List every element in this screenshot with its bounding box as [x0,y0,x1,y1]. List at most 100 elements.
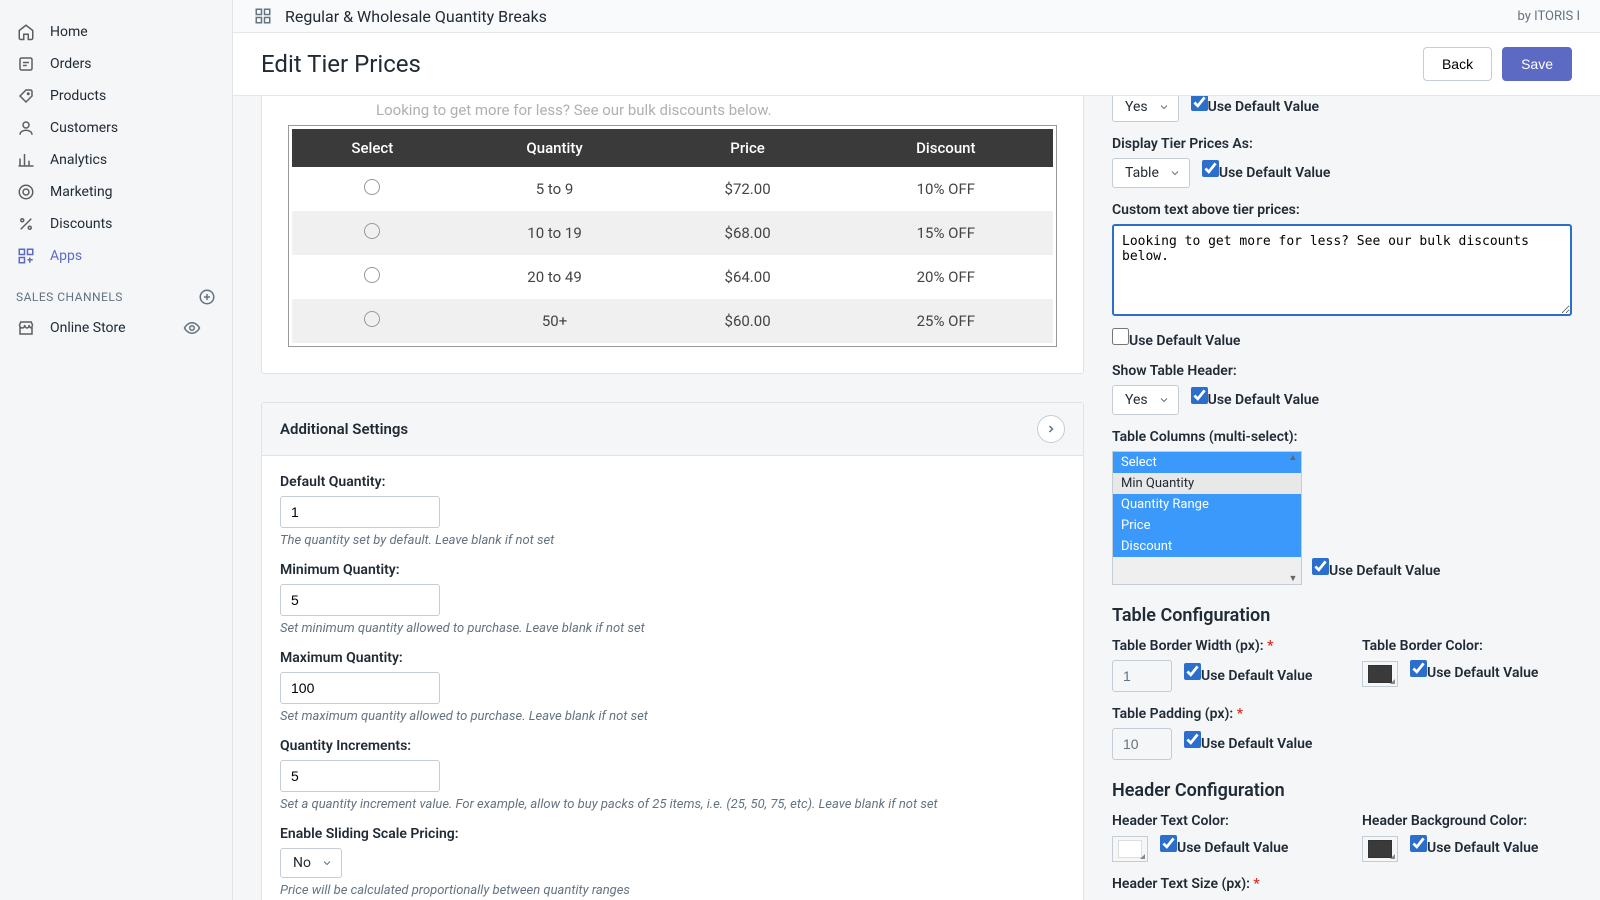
use-default-check[interactable] [1202,160,1219,177]
header-text-color-picker[interactable] [1112,836,1148,862]
min-qty-input[interactable] [280,584,440,616]
multiselect-option[interactable]: Price [1113,515,1301,536]
nav-discounts[interactable]: Discounts [0,208,232,240]
display-as-select[interactable]: Table [1112,158,1190,188]
add-channel-icon[interactable] [198,288,216,306]
use-default-check[interactable] [1312,558,1329,575]
custom-text-textarea[interactable]: Looking to get more for less? See our bu… [1112,224,1572,316]
border-width-label: Table Border Width (px): * [1112,638,1322,654]
use-default-check[interactable] [1410,835,1427,852]
use-default-check[interactable] [1184,663,1201,680]
tier-preview-card: Looking to get more for less? See our bu… [261,96,1084,374]
default-qty-label: Default Quantity: [280,474,1065,490]
use-default-label: Use Default Value [1208,99,1319,115]
page-title: Edit Tier Prices [261,50,421,78]
app-grid-icon [253,6,273,26]
multiselect-option[interactable]: Discount [1113,536,1301,557]
page-header: Edit Tier Prices Back Save [233,33,1600,96]
header-text-color-label: Header Text Color: [1112,813,1322,829]
save-button[interactable]: Save [1502,47,1572,81]
header-bg-color-label: Header Background Color: [1362,813,1572,829]
nav-orders[interactable]: Orders [0,48,232,80]
table-row: 10 to 19$68.0015% OFF [292,211,1053,255]
border-width-input[interactable] [1112,660,1172,692]
header-bg-color-picker[interactable] [1362,836,1398,862]
use-default-check[interactable] [1160,835,1177,852]
multiselect-option[interactable]: Min Quantity [1113,473,1301,494]
use-default-label: Use Default Value [1201,668,1312,684]
max-qty-label: Maximum Quantity: [280,650,1065,666]
radio-icon[interactable] [364,223,380,239]
nav-label: Discounts [50,216,112,232]
nav-label: Analytics [50,152,107,168]
cell-qty: 10 to 19 [453,211,657,255]
sidebar: Home Orders Products Customers Analytics… [0,0,232,900]
nav-apps[interactable]: Apps [0,240,232,272]
min-qty-hint: Set minimum quantity allowed to purchase… [280,621,1065,636]
multiselect-option[interactable]: Quantity Range [1113,494,1301,515]
use-default-label: Use Default Value [1329,563,1440,579]
radio-icon[interactable] [364,267,380,283]
use-default-label: Use Default Value [1208,392,1319,408]
scroll-up-icon[interactable]: ▲ [1289,452,1298,463]
cell-qty: 20 to 49 [453,255,657,299]
additional-settings-card: Additional Settings Default Quantity: Th… [261,402,1084,900]
use-default-check[interactable] [1410,660,1427,677]
nav-customers[interactable]: Customers [0,112,232,144]
max-qty-input[interactable] [280,672,440,704]
cell-price: $64.00 [657,255,839,299]
use-default-check[interactable] [1191,387,1208,404]
preview-above-text: Looking to get more for less? See our bu… [288,96,1057,125]
cell-qty: 5 to 9 [453,167,657,211]
padding-input[interactable] [1112,728,1172,760]
back-button[interactable]: Back [1423,47,1492,81]
radio-icon[interactable] [364,179,380,195]
table-cols-multiselect[interactable]: SelectMin QuantityQuantity RangePriceDis… [1112,451,1302,585]
th-price: Price [657,129,839,167]
nav-marketing[interactable]: Marketing [0,176,232,208]
show-header-select[interactable]: Yes [1112,385,1179,415]
border-color-picker[interactable] [1362,661,1398,687]
chevron-down-icon [321,857,333,869]
store-icon [16,318,36,338]
chevron-down-icon [1169,167,1181,179]
qty-inc-hint: Set a quantity increment value. For exam… [280,797,1065,812]
nav-online-store[interactable]: Online Store [0,312,232,344]
nav-products[interactable]: Products [0,80,232,112]
use-default-check[interactable] [1184,731,1201,748]
use-default-check[interactable] [1191,96,1208,111]
nav-home[interactable]: Home [0,16,232,48]
sliding-select[interactable]: No [280,848,342,878]
cell-price: $72.00 [657,167,839,211]
tier-price-table: Select Quantity Price Discount 5 to 9$72… [292,129,1053,343]
nav-analytics[interactable]: Analytics [0,144,232,176]
th-select: Select [292,129,453,167]
table-cols-label: Table Columns (multi-select): [1112,429,1572,445]
app-author: by ITORIS I [1517,9,1580,24]
min-qty-label: Minimum Quantity: [280,562,1065,578]
use-default-label: Use Default Value [1129,333,1240,349]
app-title: Regular & Wholesale Quantity Breaks [285,7,547,26]
custom-text-label: Custom text above tier prices: [1112,202,1572,218]
header-config-title: Header Configuration [1112,780,1572,801]
cell-qty: 50+ [453,299,657,343]
eye-icon[interactable] [182,318,202,338]
default-qty-input[interactable] [280,496,440,528]
chevron-down-icon [1158,101,1170,113]
multiselect-option[interactable]: Select [1113,452,1301,473]
border-color-label: Table Border Color: [1362,638,1572,654]
nav-label: Marketing [50,184,113,200]
top-yes-select[interactable]: Yes [1112,96,1179,122]
padding-label: Table Padding (px): * [1112,706,1572,722]
cell-price: $68.00 [657,211,839,255]
radio-icon[interactable] [364,311,380,327]
use-default-check[interactable] [1112,328,1129,345]
use-default-label: Use Default Value [1219,165,1330,181]
discount-icon [16,214,36,234]
nav-label: Customers [50,120,118,136]
nav-label: Orders [50,56,92,72]
qty-inc-input[interactable] [280,760,440,792]
scroll-down-icon[interactable]: ▼ [1289,573,1298,584]
expand-button[interactable] [1037,415,1065,443]
show-header-label: Show Table Header: [1112,363,1572,379]
